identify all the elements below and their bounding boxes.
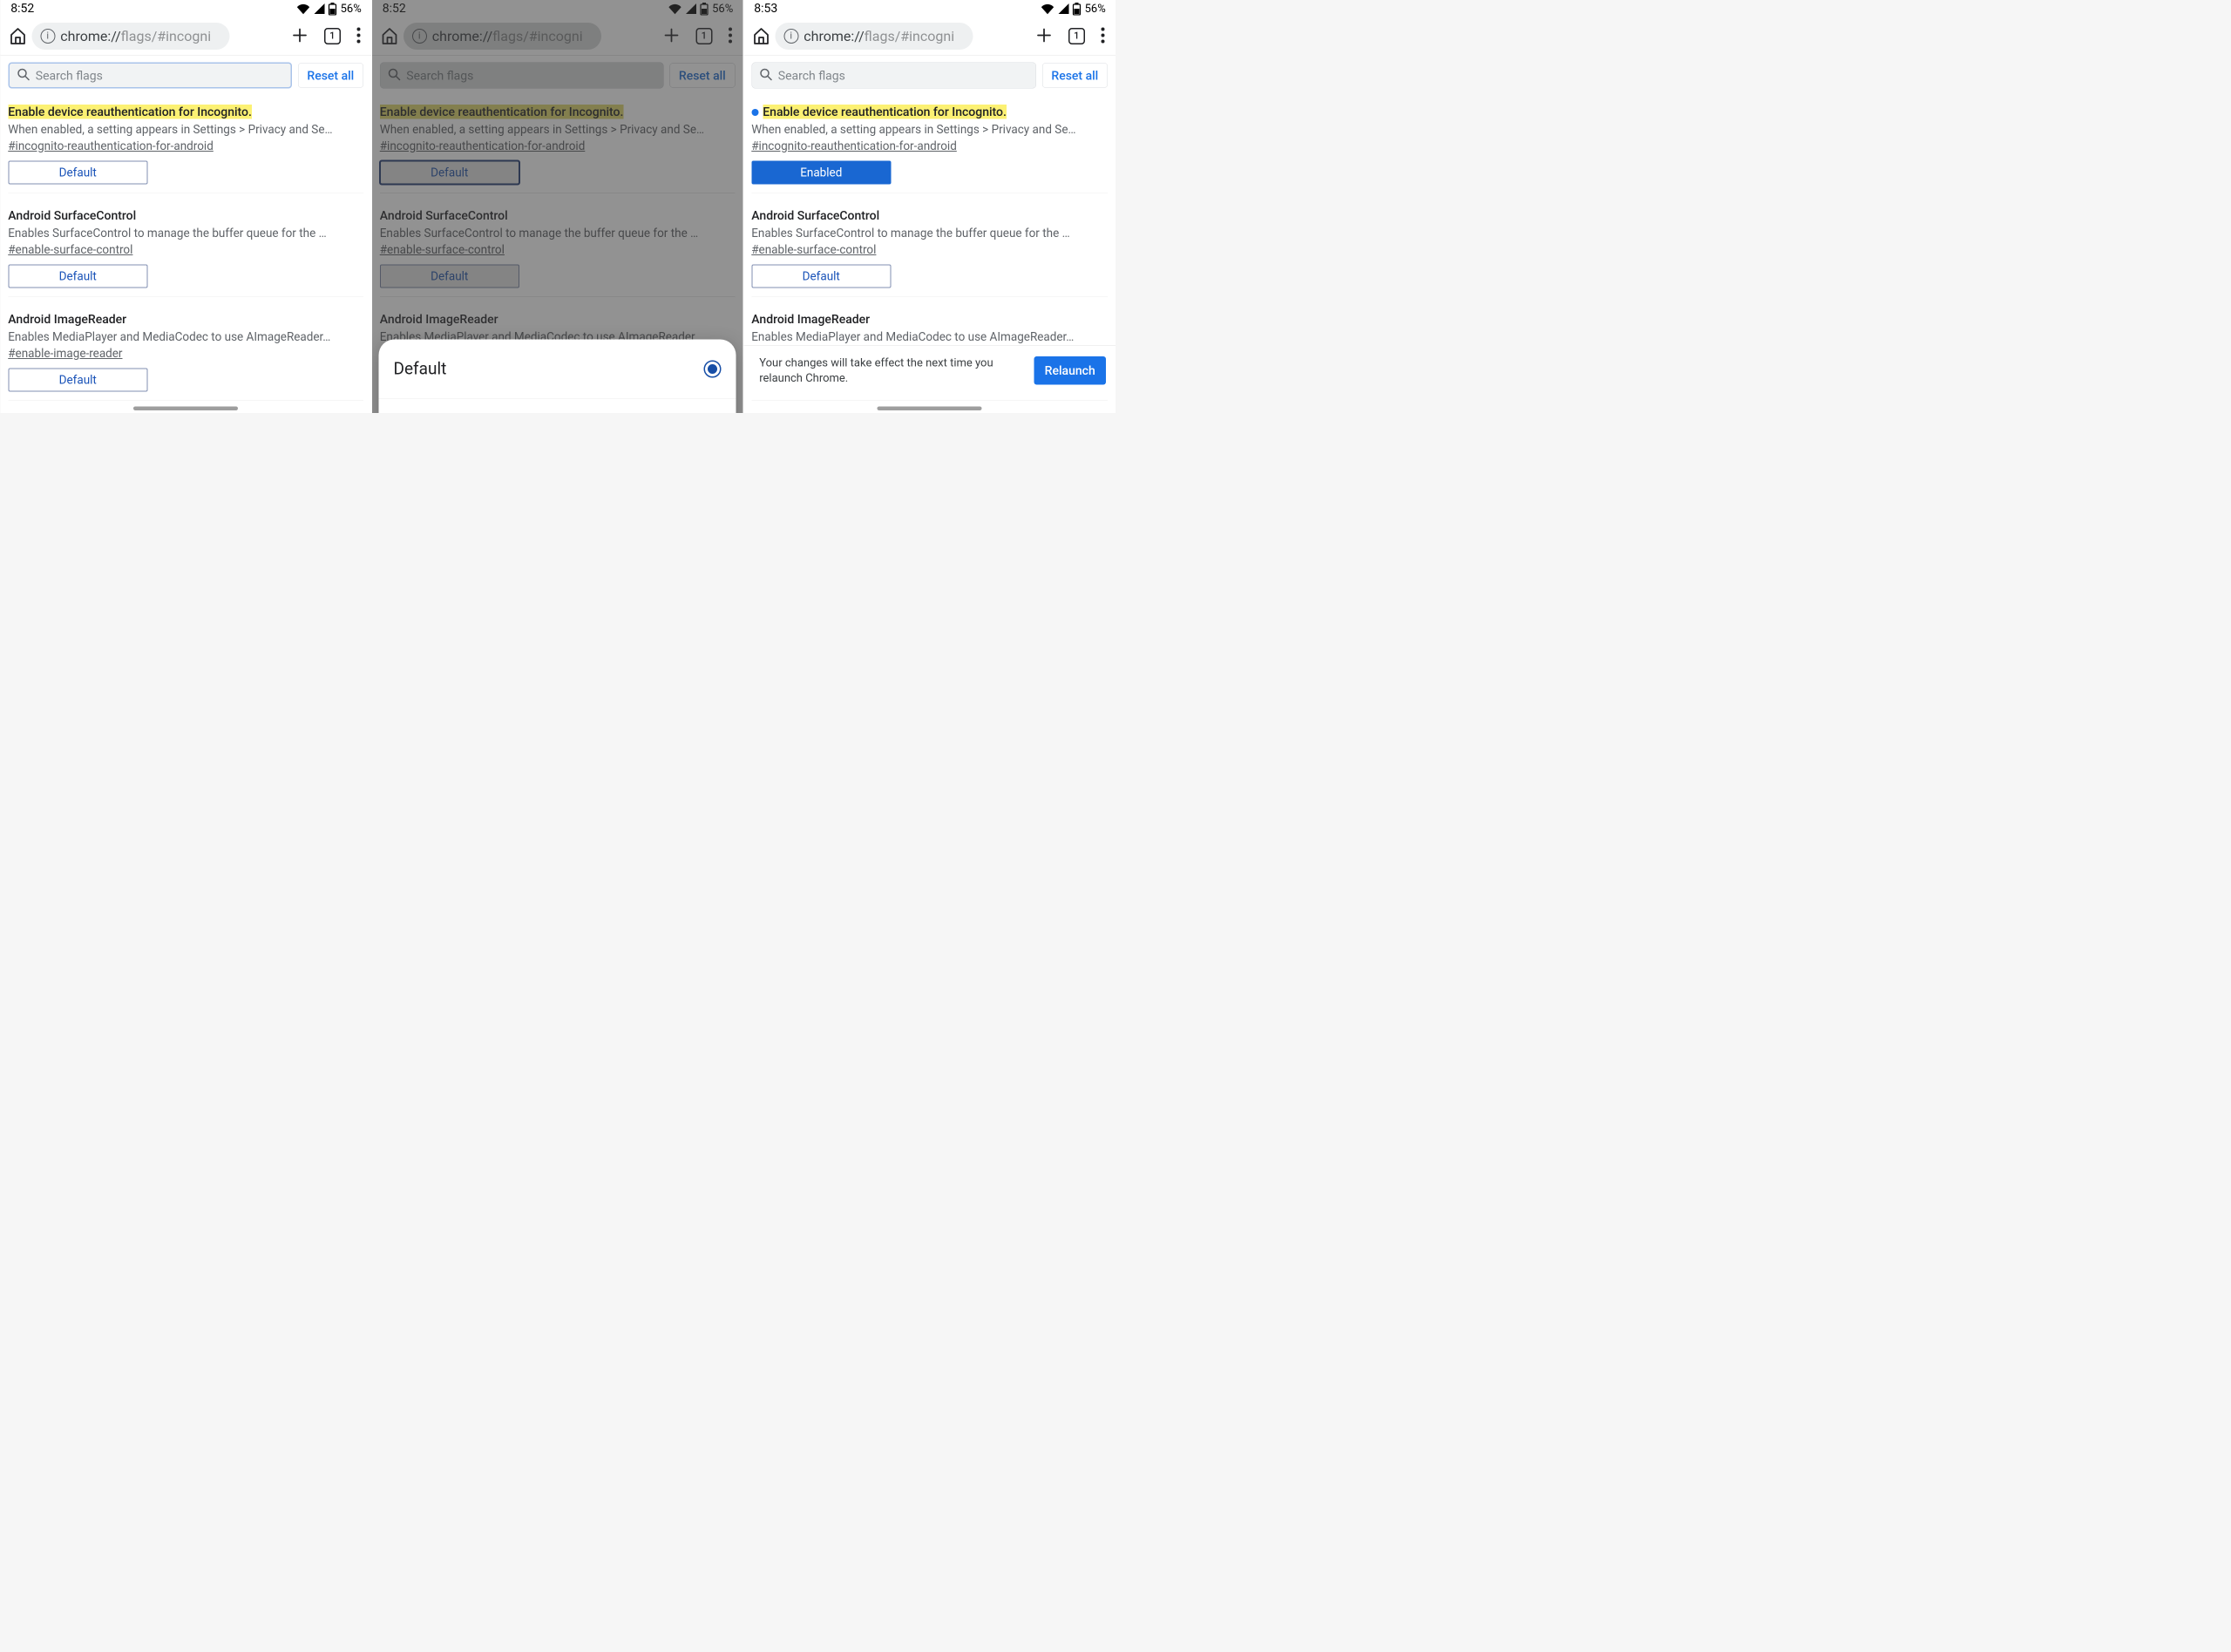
chevron-down-icon: [875, 269, 884, 283]
chevron-down-icon: [875, 166, 884, 179]
overflow-menu-button[interactable]: [1101, 27, 1105, 44]
flag-state-select[interactable]: Default: [751, 265, 891, 288]
flag-description: Enables SurfaceControl to manage the buf…: [751, 227, 1108, 240]
phone-screenshot: 8:53 56% i chrome://flags/#incogni 1 Search f…: [743, 0, 1116, 413]
search-icon: [17, 67, 30, 84]
select-value: Default: [59, 269, 97, 283]
select-value: Enabled: [800, 166, 842, 179]
url-bar[interactable]: i chrome://flags/#incogni: [31, 23, 229, 50]
wifi-icon: [1041, 3, 1054, 15]
status-bar: 8:53 56%: [743, 0, 1116, 17]
flag-title: Android ImageReader: [8, 312, 126, 327]
dialog-option-label: Default: [394, 359, 447, 378]
phone-screenshot: 8:52 56% i chrome://flags/#incogni 1 Search f…: [0, 0, 372, 413]
site-info-icon[interactable]: i: [783, 29, 798, 44]
status-time: 8:53: [754, 1, 777, 16]
flag-state-select[interactable]: Default: [8, 369, 147, 392]
url-scheme: chrome://: [804, 28, 864, 44]
search-flags-input[interactable]: Search flags: [751, 63, 1036, 89]
relaunch-message: Your changes will take effect the next t…: [759, 355, 1025, 386]
new-tab-button[interactable]: [291, 26, 309, 45]
reset-all-button[interactable]: Reset all: [298, 64, 363, 88]
flag-item: Android ImageReader Enables MediaPlayer a…: [8, 297, 363, 401]
dialog-option[interactable]: Enabled: [379, 399, 736, 414]
flag-item: Android SurfaceControl Enables SurfaceCon…: [8, 193, 363, 297]
search-icon: [759, 67, 772, 84]
url-bar[interactable]: i chrome://flags/#incogni: [775, 23, 973, 50]
select-value: Default: [59, 373, 97, 387]
flag-anchor-link[interactable]: #incognito-reauthentication-for-android: [8, 139, 214, 153]
flag-anchor-link[interactable]: #enable-surface-control: [751, 243, 876, 257]
browser-toolbar: i chrome://flags/#incogni 1: [0, 17, 371, 56]
flag-anchor-link[interactable]: #enable-image-reader: [8, 347, 122, 361]
phone-screenshot: 8:5256%ichrome://flags/#incogni1Search f…: [372, 0, 744, 413]
battery-icon: [1072, 3, 1082, 16]
status-bar: 8:52 56%: [0, 0, 371, 17]
select-value: Default: [59, 166, 97, 179]
flag-item: Enable device reauthentication for Incog…: [751, 95, 1108, 193]
flag-title: Enable device reauthentication for Incog…: [8, 105, 252, 119]
url-path: flags/#incogni: [865, 28, 954, 44]
battery-percent: 56%: [341, 3, 362, 16]
wifi-icon: [296, 3, 310, 15]
flag-description: Enables MediaPlayer and MediaCodec to us…: [751, 330, 1108, 344]
chevron-down-icon: [132, 269, 140, 283]
search-placeholder: Search flags: [778, 68, 845, 83]
search-placeholder: Search flags: [36, 68, 103, 83]
nav-gesture-pill[interactable]: [878, 407, 982, 411]
flag-anchor-link[interactable]: #enable-surface-control: [8, 243, 132, 257]
signal-icon: [314, 3, 325, 14]
dialog-option[interactable]: Default: [379, 340, 736, 399]
flag-title: Android SurfaceControl: [751, 208, 879, 223]
url-scheme: chrome://: [60, 28, 120, 44]
chevron-down-icon: [132, 166, 140, 179]
flag-state-select[interactable]: Default: [8, 265, 147, 288]
flag-title: Android ImageReader: [751, 312, 870, 327]
site-info-icon[interactable]: i: [40, 29, 55, 44]
flag-anchor-link[interactable]: #incognito-reauthentication-for-android: [751, 139, 957, 153]
reset-all-button[interactable]: Reset all: [1042, 64, 1108, 88]
flags-list: Enable device reauthentication for Incog…: [0, 95, 371, 413]
browser-toolbar: i chrome://flags/#incogni 1: [743, 17, 1116, 56]
flag-item: Android SurfaceControl Enables SurfaceCon…: [751, 193, 1108, 297]
relaunch-bar: Your changes will take effect the next t…: [743, 345, 1116, 396]
home-button[interactable]: [751, 26, 770, 45]
flag-state-select[interactable]: Default: [8, 161, 147, 185]
overflow-menu-button[interactable]: [356, 27, 361, 44]
home-button[interactable]: [8, 26, 27, 45]
relaunch-button[interactable]: Relaunch: [1034, 356, 1106, 385]
modified-indicator-icon: [751, 109, 758, 116]
tab-switch-button[interactable]: 1: [1068, 28, 1085, 44]
radio-icon: [704, 360, 722, 377]
flag-state-select[interactable]: Enabled: [751, 161, 891, 185]
flag-description: When enabled, a setting appears in Setti…: [8, 123, 363, 137]
chevron-down-icon: [132, 373, 140, 387]
search-flags-input[interactable]: Search flags: [8, 63, 292, 89]
new-tab-button[interactable]: [1035, 26, 1053, 45]
flag-description: Enables SurfaceControl to manage the buf…: [8, 227, 363, 240]
flag-value-dialog: DefaultEnabledDisabled: [379, 340, 736, 414]
flag-title: Enable device reauthentication for Incog…: [763, 105, 1007, 119]
tab-switch-button[interactable]: 1: [324, 28, 341, 44]
flag-description: Enables MediaPlayer and MediaCodec to us…: [8, 330, 363, 344]
flag-item: Enable device reauthentication for Incog…: [8, 95, 363, 193]
flags-search-row: Search flags Reset all: [743, 56, 1116, 95]
url-path: flags/#incogni: [121, 28, 211, 44]
nav-gesture-pill[interactable]: [133, 407, 238, 411]
signal-icon: [1058, 3, 1069, 14]
battery-percent: 56%: [1085, 3, 1106, 16]
flag-description: When enabled, a setting appears in Setti…: [751, 123, 1108, 137]
battery-icon: [328, 3, 337, 16]
select-value: Default: [803, 269, 840, 283]
status-time: 8:52: [10, 1, 34, 16]
flags-search-row: Search flags Reset all: [0, 56, 371, 95]
flag-title: Android SurfaceControl: [8, 208, 136, 223]
